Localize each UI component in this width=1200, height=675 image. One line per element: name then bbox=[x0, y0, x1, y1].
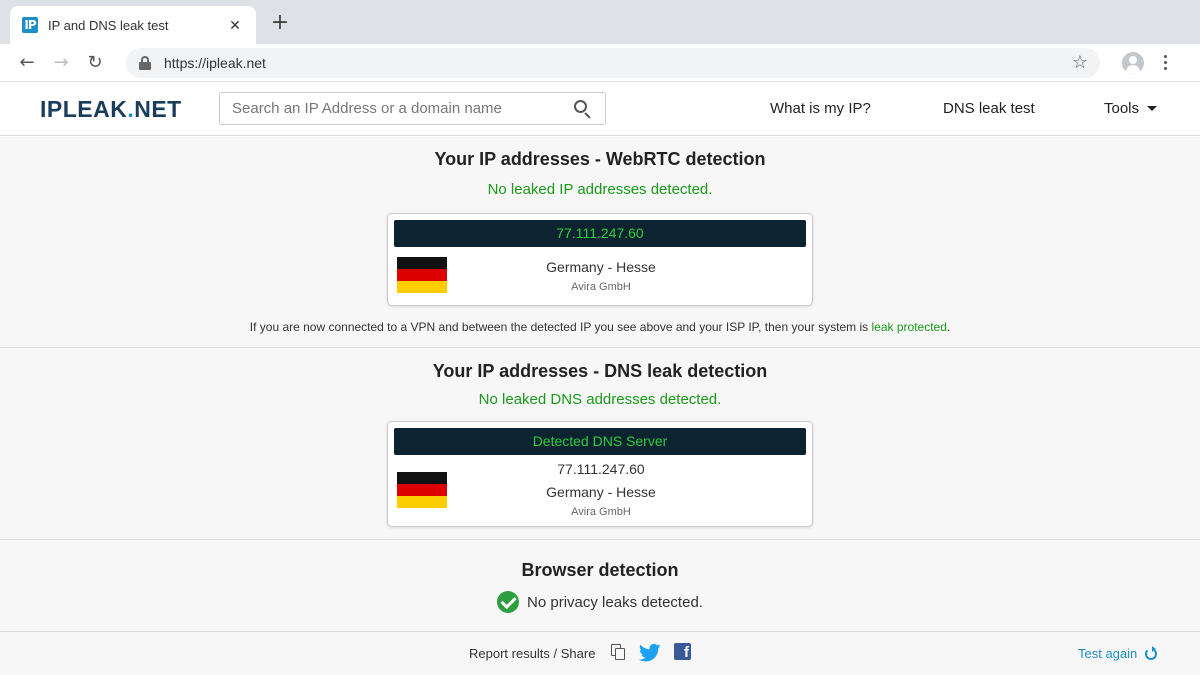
report-share-label: Report results / Share bbox=[469, 646, 596, 661]
dns-section-title: Your IP addresses - DNS leak detection bbox=[432, 361, 768, 381]
dns-card-header: Detected DNS Server bbox=[394, 428, 806, 455]
search-box bbox=[219, 92, 606, 125]
vpn-protection-note: If you are now connected to a VPN and be… bbox=[0, 320, 1200, 334]
browser-detection-status: No privacy leaks detected. bbox=[527, 593, 703, 611]
webrtc-ip-card: 77.111.247.60 Germany - Hesse Avira GmbH bbox=[387, 213, 813, 306]
search-input[interactable] bbox=[232, 100, 573, 117]
vpn-note-end: . bbox=[946, 320, 951, 334]
url-text[interactable]: https://ipleak.net bbox=[164, 55, 1072, 71]
webrtc-status: No leaked IP addresses detected. bbox=[487, 181, 713, 198]
section-divider bbox=[0, 539, 1200, 540]
dns-server-card: Detected DNS Server 77.111.247.60 German… bbox=[387, 421, 813, 527]
webrtc-isp: Avira GmbH bbox=[571, 281, 631, 293]
logo-main-text: IPLEAK bbox=[40, 96, 128, 122]
address-bar[interactable]: https://ipleak.net ☆ bbox=[126, 47, 1100, 78]
vpn-note-text: If you are now connected to a VPN and be… bbox=[249, 320, 872, 334]
reload-icon[interactable]: ↻ bbox=[78, 48, 112, 78]
nav-what-is-my-ip[interactable]: What is my IP? bbox=[770, 100, 871, 117]
dns-location: Germany - Hesse bbox=[546, 484, 656, 500]
caret-down-icon bbox=[1147, 106, 1158, 111]
copy-icon[interactable] bbox=[611, 644, 625, 660]
nav-dns-leak-test[interactable]: DNS leak test bbox=[943, 100, 1035, 117]
dns-status: No leaked DNS addresses detected. bbox=[478, 391, 722, 408]
tab-title: IP and DNS leak test bbox=[48, 17, 169, 33]
browser-detection-title: Browser detection bbox=[521, 560, 679, 580]
back-arrow-icon[interactable]: ← bbox=[10, 48, 44, 78]
section-divider bbox=[0, 347, 1200, 348]
facebook-icon[interactable]: f bbox=[674, 643, 691, 661]
browser-tab[interactable]: IP IP and DNS leak test ✕ bbox=[10, 6, 256, 44]
ipleak-favicon-icon: IP bbox=[22, 17, 38, 33]
site-header: IPLEAK.NET What is my IP? DNS leak test … bbox=[0, 82, 1200, 136]
browser-tab-bar: IP IP and DNS leak test ✕ + bbox=[0, 0, 1200, 44]
test-again-button[interactable]: Test again bbox=[1078, 645, 1158, 661]
tab-close-icon[interactable]: ✕ bbox=[226, 17, 244, 34]
browser-menu-icon[interactable] bbox=[1160, 55, 1170, 70]
profile-icon[interactable] bbox=[1122, 51, 1144, 74]
results-footer: Report results / Share f Test again bbox=[0, 631, 1200, 675]
browser-toolbar: ← → ↻ https://ipleak.net ☆ bbox=[0, 44, 1200, 82]
browser-detection-status-row: No privacy leaks detected. bbox=[0, 591, 1200, 613]
star-icon[interactable]: ☆ bbox=[1072, 52, 1088, 73]
ipleak-logo[interactable]: IPLEAK.NET bbox=[40, 96, 182, 123]
search-icon[interactable] bbox=[573, 99, 593, 119]
new-tab-icon[interactable]: + bbox=[268, 10, 292, 36]
nav-tools-dropdown[interactable]: Tools bbox=[1104, 100, 1158, 117]
refresh-icon bbox=[1145, 645, 1158, 660]
webrtc-location: Germany - Hesse bbox=[546, 259, 656, 275]
forward-arrow-icon[interactable]: → bbox=[44, 48, 78, 78]
webrtc-section-title: Your IP addresses - WebRTC detection bbox=[434, 149, 766, 169]
lock-icon[interactable] bbox=[138, 55, 152, 70]
twitter-icon[interactable] bbox=[639, 643, 661, 663]
dns-isp: Avira GmbH bbox=[571, 506, 631, 518]
logo-suffix-text: NET bbox=[134, 96, 182, 122]
webrtc-ip-address: 77.111.247.60 bbox=[394, 220, 806, 247]
test-again-label: Test again bbox=[1078, 646, 1138, 661]
dns-server-ip: 77.111.247.60 bbox=[557, 461, 645, 477]
check-icon bbox=[497, 591, 520, 613]
main-content: Your IP addresses - WebRTC detection No … bbox=[0, 137, 1200, 675]
nav-tools-label: Tools bbox=[1104, 100, 1140, 117]
leak-protected-link[interactable]: leak protected bbox=[872, 320, 947, 334]
